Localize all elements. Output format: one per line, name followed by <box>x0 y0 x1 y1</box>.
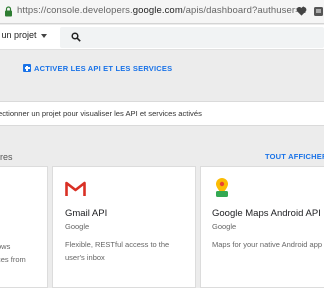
heart-icon[interactable] <box>296 6 307 17</box>
console-header: r un projet <box>0 25 324 50</box>
card-description: Flexible, RESTful access to the user's i… <box>65 240 170 262</box>
search-input[interactable] <box>60 27 324 48</box>
section-title: ires <box>0 152 13 162</box>
card-title: Gmail API <box>65 208 108 219</box>
url-text[interactable]: https://console.developers.google.com/ap… <box>17 5 306 16</box>
gmail-icon <box>65 181 86 196</box>
page: https://console.developers.google.com/ap… <box>0 0 324 288</box>
browser-address-bar[interactable]: https://console.developers.google.com/ap… <box>0 0 324 24</box>
card-title: Google Maps Android API <box>212 208 321 219</box>
actions-bar: ACTIVER LES API ET LES SERVICES <box>0 50 324 92</box>
card-vendor: Google <box>212 222 237 231</box>
search-icon <box>71 32 81 42</box>
notice-text: ectionner un projet pour visualiser les … <box>0 109 202 118</box>
project-selector[interactable]: r un projet <box>0 30 47 40</box>
api-card-partial[interactable]: ows ces from <box>0 166 48 288</box>
api-card-maps-android[interactable]: Google Maps Android API Google Maps for … <box>200 166 324 288</box>
add-icon <box>23 64 31 72</box>
chevron-down-icon <box>40 33 47 38</box>
view-all-link[interactable]: TOUT AFFICHER <box>265 152 324 161</box>
card-description: ows ces from <box>0 242 26 264</box>
api-card-gmail[interactable]: Gmail API Google Flexible, RESTful acces… <box>52 166 196 288</box>
card-description: Maps for your native Android app <box>212 240 323 249</box>
lock-icon <box>5 6 12 17</box>
enable-apis-label: ACTIVER LES API ET LES SERVICES <box>34 64 173 73</box>
project-selector-label: r un projet <box>0 30 37 40</box>
maps-android-icon <box>216 178 228 197</box>
extension-icon[interactable] <box>313 5 324 18</box>
enable-apis-button[interactable]: ACTIVER LES API ET LES SERVICES <box>23 64 172 78</box>
select-project-notice: ectionner un projet pour visualiser les … <box>0 101 324 126</box>
card-vendor: Google <box>65 222 90 231</box>
